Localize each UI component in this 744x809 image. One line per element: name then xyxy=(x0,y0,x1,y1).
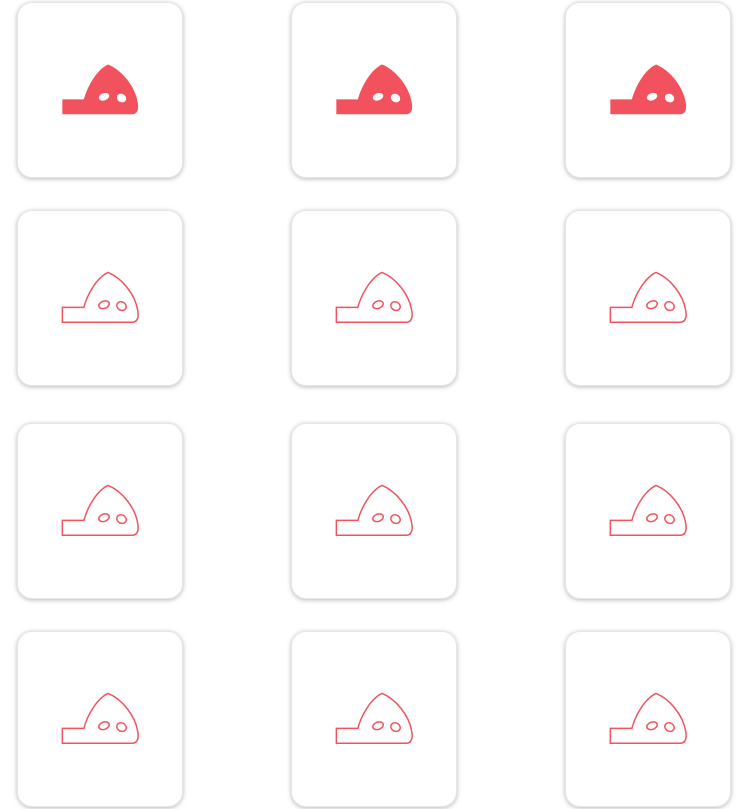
climbing-hold-icon xyxy=(61,270,139,326)
hold-tile-10[interactable] xyxy=(17,631,183,807)
icon-grid xyxy=(0,0,744,809)
climbing-hold-icon xyxy=(335,691,413,747)
hold-tile-11[interactable] xyxy=(291,631,457,807)
climbing-hold-icon xyxy=(61,62,139,118)
hold-tile-9[interactable] xyxy=(565,423,731,599)
climbing-hold-icon xyxy=(335,62,413,118)
climbing-hold-icon xyxy=(609,691,687,747)
climbing-hold-icon xyxy=(61,691,139,747)
hold-tile-2[interactable] xyxy=(291,2,457,178)
climbing-hold-icon xyxy=(609,62,687,118)
hold-tile-5[interactable] xyxy=(291,210,457,386)
climbing-hold-icon xyxy=(335,270,413,326)
hold-tile-4[interactable] xyxy=(17,210,183,386)
hold-tile-1[interactable] xyxy=(17,2,183,178)
hold-tile-7[interactable] xyxy=(17,423,183,599)
climbing-hold-icon xyxy=(609,483,687,539)
hold-tile-3[interactable] xyxy=(565,2,731,178)
climbing-hold-icon xyxy=(609,270,687,326)
hold-tile-6[interactable] xyxy=(565,210,731,386)
climbing-hold-icon xyxy=(335,483,413,539)
hold-tile-12[interactable] xyxy=(565,631,731,807)
hold-tile-8[interactable] xyxy=(291,423,457,599)
climbing-hold-icon xyxy=(61,483,139,539)
